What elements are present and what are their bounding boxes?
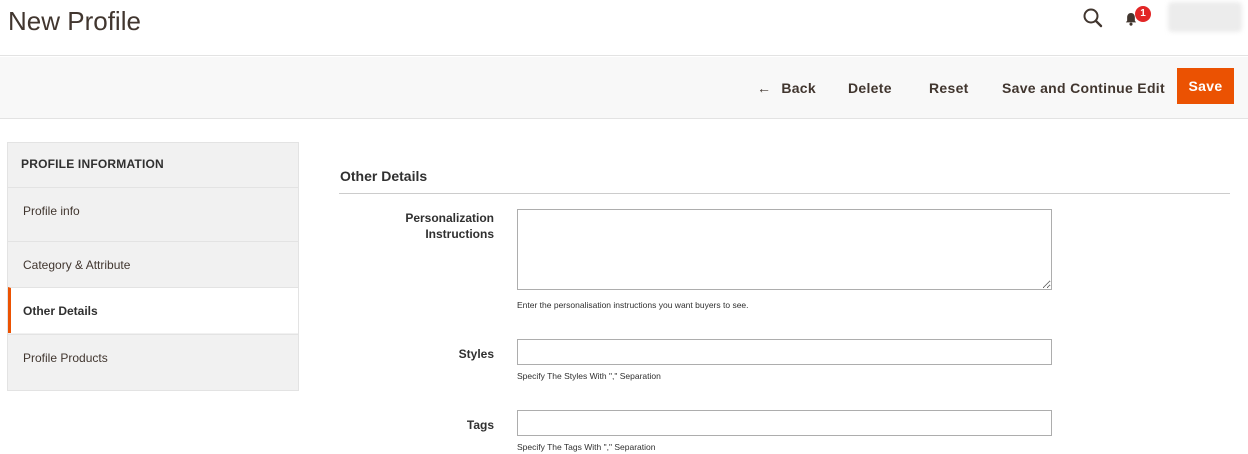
- sidebar-item-profile-products[interactable]: Profile Products: [8, 334, 298, 380]
- styles-note: Specify The Styles With "," Separation: [517, 371, 661, 381]
- profile-tabs-sidebar: PROFILE INFORMATION Profile info Categor…: [7, 142, 299, 391]
- delete-button[interactable]: Delete: [848, 77, 892, 99]
- tags-note: Specify The Tags With "," Separation: [517, 442, 656, 452]
- sidebar-item-profile-info[interactable]: Profile info: [8, 187, 298, 233]
- styles-input[interactable]: [517, 339, 1052, 365]
- user-account-menu[interactable]: [1168, 2, 1242, 32]
- personalization-textarea[interactable]: [517, 209, 1052, 290]
- personalization-note: Enter the personalisation instructions y…: [517, 300, 749, 310]
- back-button-label: Back: [781, 80, 816, 96]
- section-title: Other Details: [340, 168, 428, 184]
- search-icon[interactable]: [1082, 7, 1104, 29]
- back-button[interactable]: ← Back: [757, 77, 816, 99]
- tags-input[interactable]: [517, 410, 1052, 436]
- save-button[interactable]: Save: [1177, 68, 1234, 104]
- notification-count-badge: 1: [1135, 6, 1151, 22]
- reset-button[interactable]: Reset: [929, 77, 969, 99]
- page-title: New Profile: [8, 6, 141, 36]
- page-header: New Profile 1: [0, 0, 1248, 56]
- save-and-continue-button[interactable]: Save and Continue Edit: [1002, 77, 1165, 99]
- sidebar-header: PROFILE INFORMATION: [21, 157, 164, 171]
- sidebar-item-category-attribute[interactable]: Category & Attribute: [8, 241, 298, 287]
- sidebar-item-other-details[interactable]: Other Details: [8, 287, 298, 333]
- tags-label: Tags: [466, 418, 494, 432]
- section-divider: [339, 193, 1230, 194]
- arrow-left-icon: ←: [757, 80, 772, 96]
- page-actions-toolbar: ← Back Delete Reset Save and Continue Edi…: [0, 57, 1248, 119]
- styles-label: Styles: [458, 347, 494, 361]
- notifications-button[interactable]: 1: [1125, 6, 1155, 29]
- personalization-label: Personalization Instructions: [405, 211, 494, 241]
